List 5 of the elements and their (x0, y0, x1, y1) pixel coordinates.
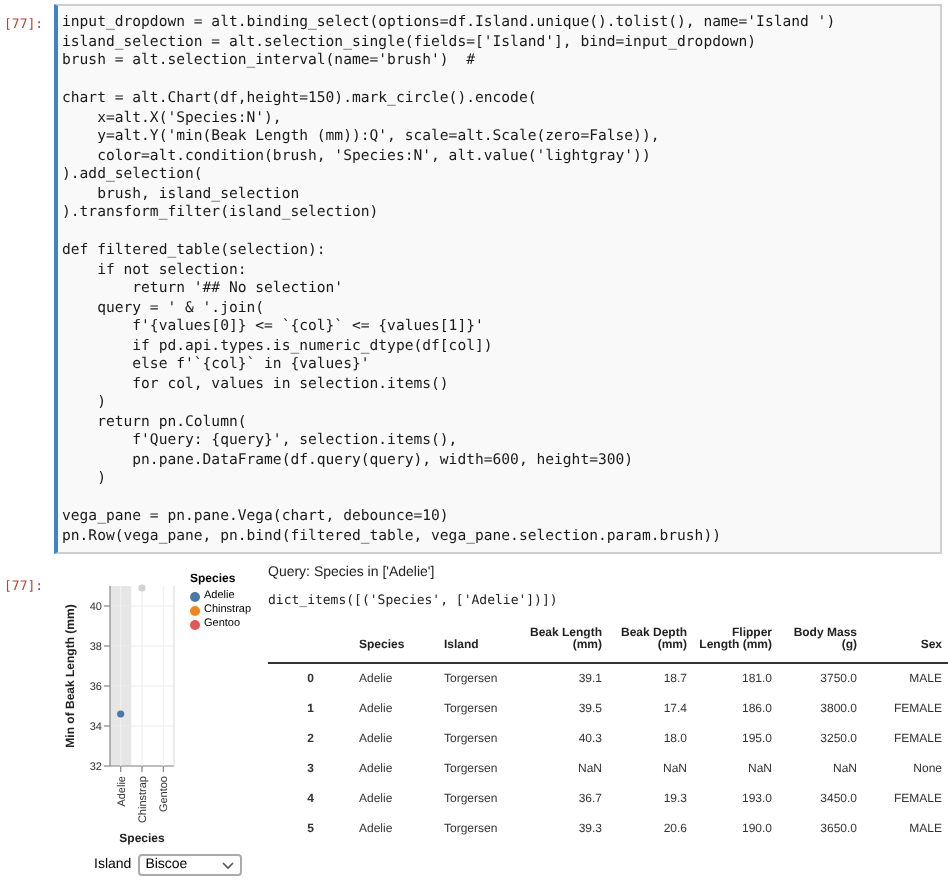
data-point (138, 584, 146, 592)
data-point (117, 710, 125, 718)
chevron-icon (221, 861, 234, 869)
x-axis (109, 765, 175, 773)
code-editor[interactable] (54, 4, 942, 554)
